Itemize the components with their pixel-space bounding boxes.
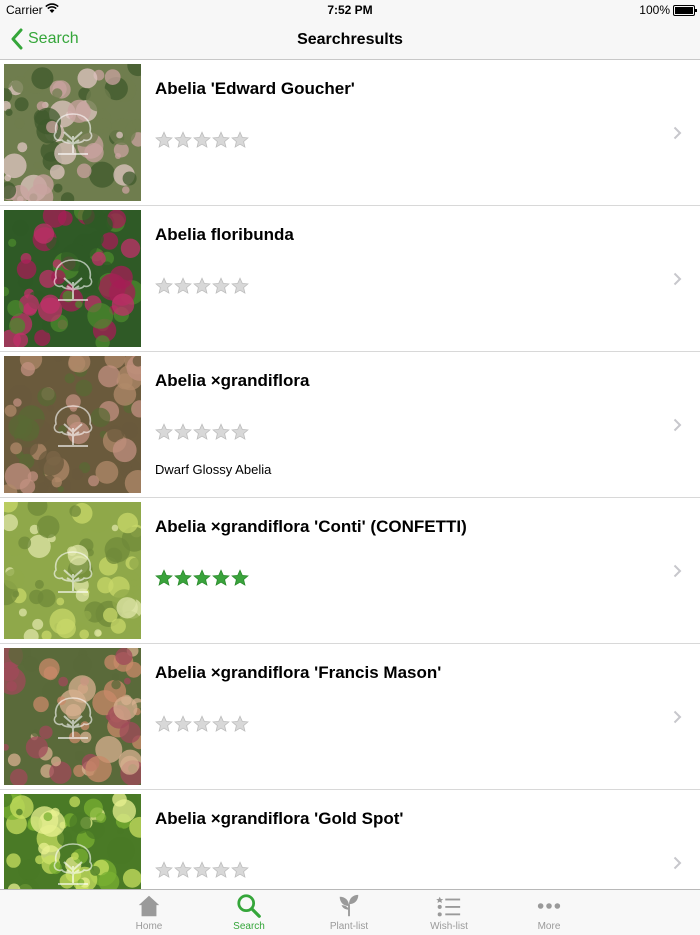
result-row[interactable]: Abelia floribunda [0,206,700,352]
search-icon [237,894,261,918]
tab-label: Wish-list [430,921,468,932]
plant-name: Abelia floribunda [155,225,294,244]
tab-search[interactable]: Search [199,890,299,935]
star-empty-icon [193,861,211,878]
star-empty-icon [155,715,173,732]
plant-photo [4,210,141,347]
star-filled-icon [212,569,230,586]
star-empty-icon [174,861,192,878]
result-row[interactable]: Abelia ×grandiflora 'Francis Mason' [0,644,700,790]
wishlist-icon [436,896,461,917]
star-filled-icon [155,569,173,586]
plant-photo [4,648,141,785]
result-row[interactable]: Abelia ×grandiflora 'Gold Spot' [0,790,700,889]
star-empty-icon [212,131,230,148]
star-empty-icon [155,131,173,148]
tree-watermark-icon [53,113,93,155]
plant-icon [339,894,359,917]
star-empty-icon [231,131,249,148]
tree-watermark-icon [53,843,93,885]
star-empty-icon [174,277,192,294]
chevron-right-icon [673,272,682,286]
star-rating [155,277,249,295]
tree-watermark-icon [53,551,93,593]
plant-name: Abelia 'Edward Goucher' [155,79,355,98]
star-rating [155,423,249,441]
tab-plant-list[interactable]: Plant-list [299,890,399,935]
star-empty-icon [212,423,230,440]
tab-label: Home [135,921,163,932]
star-empty-icon [155,423,173,440]
tab-label: Plant-list [329,921,369,932]
star-rating [155,131,249,149]
star-empty-icon [193,277,211,294]
status-bar: Carrier 7:52 PM 100% [0,0,700,20]
tab-wish-list[interactable]: Wish-list [399,890,499,935]
tree-watermark-icon [53,259,93,301]
tree-watermark-icon [53,405,93,447]
star-empty-icon [212,277,230,294]
star-empty-icon [231,861,249,878]
chevron-right-icon [673,126,682,140]
result-row[interactable]: Abelia 'Edward Goucher' [0,60,700,206]
plant-photo [4,502,141,639]
chevron-right-icon [673,418,682,432]
tab-label: Search [233,921,265,932]
star-rating [155,861,249,879]
plant-name: Abelia ×grandiflora 'Francis Mason' [155,663,442,682]
home-icon [138,895,160,917]
star-empty-icon [174,423,192,440]
star-empty-icon [155,861,173,878]
plant-photo [4,64,141,201]
star-filled-icon [193,569,211,586]
tab-more[interactable]: More [499,890,599,935]
star-empty-icon [212,715,230,732]
common-name: Dwarf Glossy Abelia [155,462,272,477]
tab-home[interactable]: Home [99,890,199,935]
tree-watermark-icon [53,697,93,739]
tab-bar: Home Search Plant-list Wish-list More [0,889,700,935]
star-filled-icon [231,569,249,586]
plant-name: Abelia ×grandiflora [155,371,310,390]
status-time: 7:52 PM [327,3,373,17]
star-empty-icon [231,277,249,294]
result-row[interactable]: Abelia ×grandiflora 'Conti' (CONFETTI) [0,498,700,644]
star-empty-icon [155,277,173,294]
star-filled-icon [174,569,192,586]
star-empty-icon [193,131,211,148]
star-empty-icon [193,423,211,440]
plant-name: Abelia ×grandiflora 'Conti' (CONFETTI) [155,517,467,536]
star-empty-icon [193,715,211,732]
star-rating [155,715,249,733]
star-empty-icon [212,861,230,878]
plant-name: Abelia ×grandiflora 'Gold Spot' [155,809,404,828]
result-row[interactable]: Abelia ×grandiflora Dwarf Glossy Abelia [0,352,700,498]
star-rating [155,569,249,587]
star-empty-icon [174,131,192,148]
results-list[interactable]: Abelia 'Edward Goucher' Abelia floribunda… [0,60,700,889]
plant-photo [4,356,141,493]
star-empty-icon [174,715,192,732]
plant-photo [4,794,141,889]
chevron-right-icon [673,564,682,578]
tab-label: More [537,921,561,932]
chevron-right-icon [673,710,682,724]
star-empty-icon [231,423,249,440]
more-icon [537,903,561,909]
star-empty-icon [231,715,249,732]
navigation-bar: Search Searchresults [0,20,700,60]
page-title: Searchresults [297,31,403,48]
battery-percent: 100% [639,3,670,17]
chevron-right-icon [673,856,682,870]
battery-icon [673,5,697,16]
